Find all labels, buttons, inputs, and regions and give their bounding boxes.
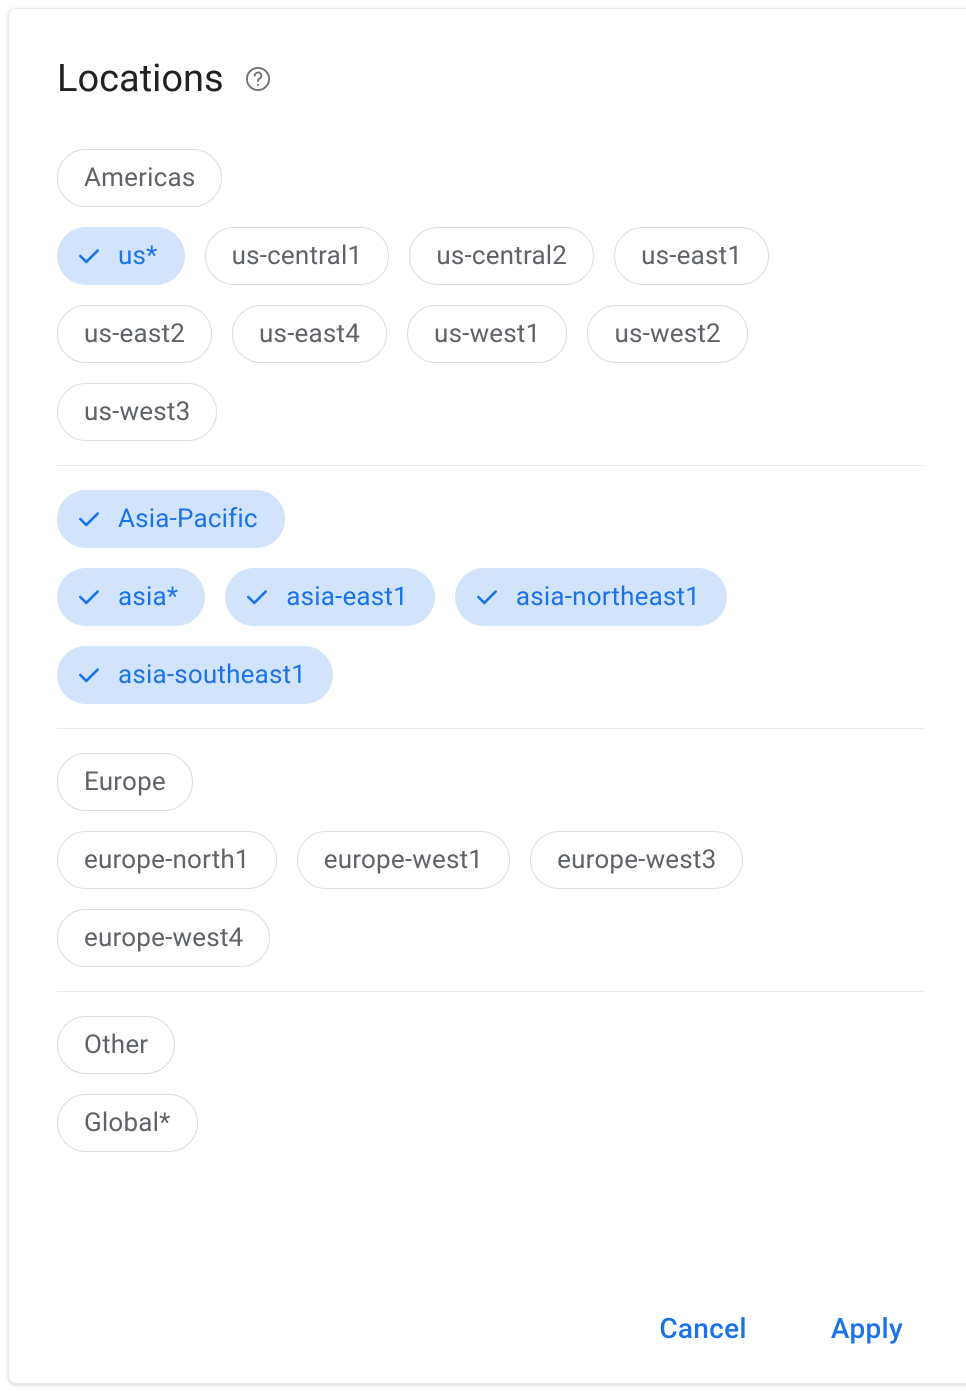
location-chip-europe-west3[interactable]: europe-west3 [530, 831, 743, 889]
chip-label: us-east1 [641, 241, 742, 271]
check-icon [76, 243, 102, 269]
chip-label: europe-north1 [84, 845, 250, 875]
location-chip-europe-north1[interactable]: europe-north1 [57, 831, 277, 889]
location-chip-asia-southeast1[interactable]: asia-southeast1 [57, 646, 333, 704]
location-chip-europe-west1[interactable]: europe-west1 [297, 831, 510, 889]
check-icon [76, 584, 102, 610]
chip-label: europe-west4 [84, 923, 243, 953]
chip-label: asia-northeast1 [516, 582, 700, 612]
location-chip-europe-west4[interactable]: europe-west4 [57, 909, 270, 967]
group-europe: Europe europe-north1 europe-west1 europe… [57, 728, 925, 991]
chip-label: us-east4 [259, 319, 360, 349]
chip-label: Global* [84, 1108, 171, 1138]
location-chip-us-west3[interactable]: us-west3 [57, 383, 217, 441]
location-chip-us-west2[interactable]: us-west2 [587, 305, 747, 363]
group-header-chip-asia-pacific[interactable]: Asia-Pacific [57, 490, 285, 548]
location-chip-global[interactable]: Global* [57, 1094, 198, 1152]
chip-label: Europe [84, 767, 166, 797]
chip-label: us-west3 [84, 397, 190, 427]
chip-label: us-east2 [84, 319, 185, 349]
locations-panel: Locations Americas us* [8, 8, 966, 1384]
chip-label: asia-southeast1 [118, 660, 306, 690]
chip-label: Other [84, 1030, 148, 1060]
chip-label: Asia-Pacific [118, 504, 258, 534]
location-groups: Americas us* us-central1 us-central2 us [57, 149, 925, 1280]
help-icon[interactable] [244, 65, 272, 93]
group-header-chip-americas[interactable]: Americas [57, 149, 222, 207]
location-chip-us-east2[interactable]: us-east2 [57, 305, 212, 363]
check-icon [474, 584, 500, 610]
group-americas: Americas us* us-central1 us-central2 us [57, 149, 925, 465]
location-chip-us-west1[interactable]: us-west1 [407, 305, 567, 363]
location-chip-asia[interactable]: asia* [57, 568, 205, 626]
group-header-chip-other[interactable]: Other [57, 1016, 175, 1074]
location-chip-us[interactable]: us* [57, 227, 185, 285]
chip-label: europe-west1 [324, 845, 483, 875]
location-chip-us-east1[interactable]: us-east1 [614, 227, 769, 285]
chip-label: europe-west3 [557, 845, 716, 875]
location-chip-asia-northeast1[interactable]: asia-northeast1 [455, 568, 727, 626]
group-header-chip-europe[interactable]: Europe [57, 753, 193, 811]
chip-label: us-central1 [232, 241, 363, 271]
dialog-actions: Cancel Apply [57, 1280, 925, 1363]
chip-label: us-west2 [614, 319, 720, 349]
group-asia-pacific: Asia-Pacific asia* asia-east1 [57, 465, 925, 728]
chip-label: asia-east1 [286, 582, 408, 612]
location-chip-us-central2[interactable]: us-central2 [409, 227, 594, 285]
apply-button[interactable]: Apply [819, 1304, 915, 1353]
chip-label: us-central2 [436, 241, 567, 271]
check-icon [76, 662, 102, 688]
panel-title: Locations [57, 57, 224, 101]
chip-label: us-west1 [434, 319, 540, 349]
chip-label: asia* [118, 582, 178, 612]
group-other: Other Global* [57, 991, 925, 1176]
location-chip-us-central1[interactable]: us-central1 [205, 227, 390, 285]
check-icon [244, 584, 270, 610]
location-chip-us-east4[interactable]: us-east4 [232, 305, 387, 363]
chip-label: Americas [84, 163, 195, 193]
chip-label: us* [118, 241, 158, 271]
panel-header: Locations [57, 57, 925, 101]
check-icon [76, 506, 102, 532]
cancel-button[interactable]: Cancel [647, 1304, 759, 1353]
location-chip-asia-east1[interactable]: asia-east1 [225, 568, 435, 626]
